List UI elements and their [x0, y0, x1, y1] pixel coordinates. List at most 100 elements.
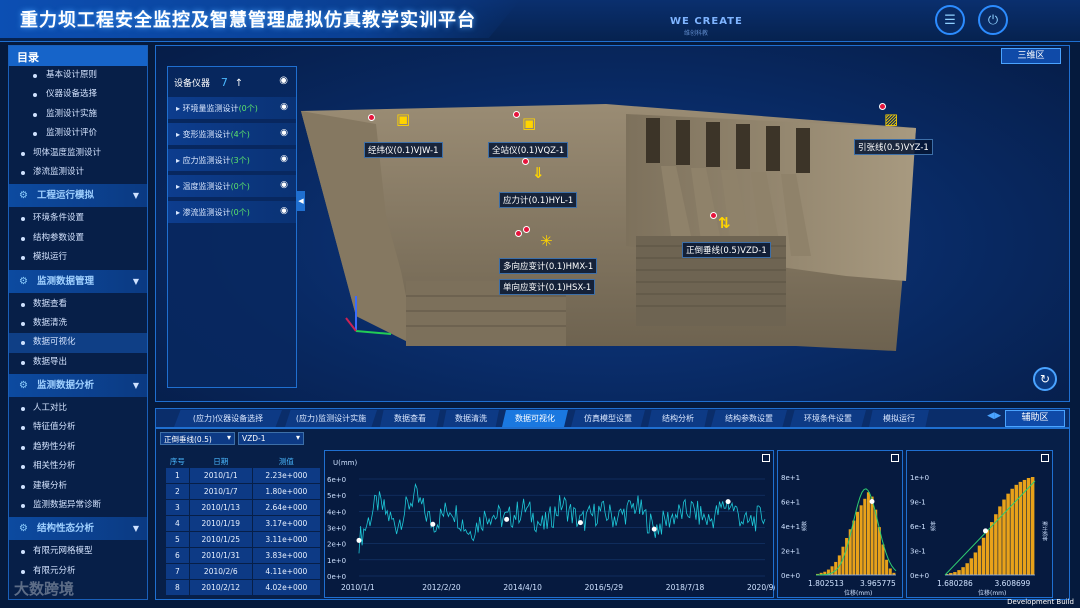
dev-build-label: Development Build	[1007, 598, 1074, 606]
histogram-bar	[859, 505, 863, 575]
table-row[interactable]: 4 2010/1/19 3.17e+000	[165, 515, 322, 532]
total-station-icon[interactable]: ▣	[522, 114, 536, 132]
tab-item[interactable]: (应力)监测设计实施	[285, 410, 377, 427]
stress-meter-icon[interactable]: ⇓	[532, 164, 545, 182]
sensor-label-hmx[interactable]: 多向应变计(0.1)HMX-1	[499, 258, 598, 274]
sidebar-item[interactable]: 基本设计原则	[9, 66, 147, 85]
table-row[interactable]: 3 2010/1/13 2.64e+000	[165, 499, 322, 516]
device-category-row[interactable]: ▸ 环境量监测设计(0个) ◉	[168, 97, 296, 119]
eye-icon[interactable]: ◉	[280, 128, 288, 138]
sidebar-item[interactable]: 特征值分析	[9, 418, 147, 437]
category-count: (4个)	[230, 130, 250, 139]
sidebar-item[interactable]: 趋势性分析	[9, 438, 147, 457]
data-point	[356, 537, 362, 543]
sensor-marker[interactable]	[515, 230, 522, 237]
brand-subtitle: 维创科教	[684, 30, 709, 37]
maximize-icon[interactable]	[762, 454, 770, 462]
sensor-label-vjw[interactable]: 经纬仪(0.1)VJW-1	[364, 142, 443, 158]
histogram-bar	[961, 567, 965, 575]
plumb-line-icon[interactable]: ⇅	[718, 214, 731, 232]
table-row[interactable]: 6 2010/1/31 3.83e+000	[165, 547, 322, 564]
instrument-id-select[interactable]: VZD-1	[238, 432, 304, 445]
sidebar-section[interactable]: ⚙ 结构性态分析 ▼	[9, 517, 147, 541]
sensor-marker[interactable]	[710, 212, 717, 219]
theodolite-icon[interactable]: ▣	[396, 110, 410, 128]
device-category-row[interactable]: ▸ 温度监测设计(0个) ◉	[168, 175, 296, 197]
sidebar-item[interactable]: 数据清洗	[9, 314, 147, 333]
table-row[interactable]: 8 2010/2/12 4.02e+000	[165, 579, 322, 596]
histogram-bar	[957, 570, 961, 575]
eye-icon[interactable]: ◉	[280, 102, 288, 112]
sort-arrow-icon[interactable]: ↑	[235, 78, 243, 89]
reset-view-button[interactable]: ↻	[1033, 367, 1057, 391]
sidebar-section[interactable]: ⚙ 监测数据管理 ▼	[9, 269, 147, 293]
sidebar-section[interactable]: ⚙ 监测数据分析 ▼	[9, 374, 147, 398]
y-axis-label: U(mm)	[333, 459, 357, 467]
sensor-marker[interactable]	[522, 158, 529, 165]
sidebar-item[interactable]: 数据导出	[9, 353, 147, 372]
sidebar-item[interactable]: 相关性分析	[9, 457, 147, 476]
sidebar-item[interactable]: 环境条件设置	[9, 209, 147, 228]
sensor-label-vqz[interactable]: 全站仪(0.1)VQZ-1	[488, 142, 569, 158]
power-button[interactable]: ⏻	[978, 5, 1008, 35]
sensor-label-hyl[interactable]: 应力计(0.1)HYL-1	[499, 192, 578, 208]
chevron-down-icon: ▼	[132, 191, 139, 201]
sidebar-item[interactable]: 监测设计实施	[9, 105, 147, 124]
sensor-marker[interactable]	[879, 103, 886, 110]
tab-item[interactable]: 数据清洗	[443, 410, 499, 427]
sidebar-item[interactable]: 结构参数设置	[9, 229, 147, 248]
tab-item[interactable]: 数据可视化	[502, 410, 568, 427]
tab-item[interactable]: (应力)仪器设备选择	[174, 410, 282, 427]
sidebar-item[interactable]: 建模分析	[9, 477, 147, 496]
tension-wire-icon[interactable]: ▨	[884, 110, 898, 128]
table-row[interactable]: 5 2010/1/25 3.11e+000	[165, 531, 322, 548]
sidebar-item[interactable]: 渗流监测设计	[9, 163, 147, 182]
aux-zone-tab[interactable]: 辅助区	[1005, 410, 1065, 427]
3d-viewport[interactable]: 三维区 设备仪器 7 ↑ ◉ ▸ 环境量监测设计(0个) ◉ ▸ 变形监测设计(4个…	[155, 45, 1070, 402]
sidebar-item[interactable]: 仪器设备选择	[9, 85, 147, 104]
sidebar-item[interactable]: 监测设计评价	[9, 124, 147, 143]
tab-item[interactable]: 数据查看	[380, 410, 440, 427]
tab-item[interactable]: 模拟运行	[869, 410, 929, 427]
tab-item[interactable]: 环境条件设置	[790, 410, 866, 427]
device-category-row[interactable]: ▸ 变形监测设计(4个) ◉	[168, 123, 296, 145]
maximize-icon[interactable]	[1041, 454, 1049, 462]
eye-icon[interactable]: ◉	[280, 180, 288, 190]
device-category-row[interactable]: ▸ 渗流监测设计(0个) ◉	[168, 201, 296, 223]
y-tick-label: 3e+0	[327, 525, 346, 533]
sensor-marker[interactable]	[523, 226, 530, 233]
strain-gauge-icon[interactable]: ✳	[540, 232, 553, 250]
sidebar-item[interactable]: 数据可视化	[9, 333, 147, 353]
eye-icon[interactable]: ◉	[279, 75, 288, 86]
sidebar-item[interactable]: 人工对比	[9, 399, 147, 418]
device-category-row[interactable]: ▸ 应力监测设计(3个) ◉	[168, 149, 296, 171]
sensor-marker[interactable]	[513, 111, 520, 118]
category-label: 温度监测设计	[182, 182, 231, 191]
menu-button[interactable]: ☰	[935, 5, 965, 35]
table-row[interactable]: 1 2010/1/1 2.23e+000	[165, 467, 322, 484]
sidebar-item[interactable]: 有限元网格模型	[9, 542, 147, 561]
sensor-label-vzd[interactable]: 正倒垂线(0.5)VZD-1	[682, 242, 771, 258]
sidebar-item[interactable]: 监测数据异常诊断	[9, 496, 147, 515]
sensor-marker[interactable]	[368, 114, 375, 121]
sensor-label-hsx[interactable]: 单向应变计(0.1)HSX-1	[499, 279, 596, 295]
sidebar-item[interactable]: 模拟运行	[9, 248, 147, 267]
3d-zone-tab[interactable]: 三维区	[1001, 48, 1061, 64]
tab-item[interactable]: 结构分析	[648, 410, 708, 427]
table-row[interactable]: 7 2010/2/6 4.11e+000	[165, 563, 322, 580]
eye-icon[interactable]: ◉	[280, 154, 288, 164]
sensor-label-vyz[interactable]: 引张线(0.5)VYZ-1	[854, 139, 933, 155]
sidebar-item[interactable]: 坝体温度监测设计	[9, 144, 147, 163]
table-cell: 8	[165, 579, 190, 596]
instrument-type-select[interactable]: 正倒垂线(0.5)	[160, 432, 235, 445]
eye-icon[interactable]: ◉	[280, 206, 288, 216]
panel-collapse-button[interactable]: ◀	[297, 191, 305, 211]
sidebar-item[interactable]: 数据查看	[9, 295, 147, 314]
sidebar-section[interactable]: ⚙ 工程运行模拟 ▼	[9, 184, 147, 208]
tab-item[interactable]: 结构参数设置	[711, 410, 787, 427]
maximize-icon[interactable]	[891, 454, 899, 462]
chevron-down-icon: ▼	[132, 381, 139, 391]
tab-scroll-arrows[interactable]: ◀▶	[987, 411, 1001, 421]
table-row[interactable]: 2 2010/1/7 1.80e+000	[165, 483, 322, 500]
tab-item[interactable]: 仿真模型设置	[571, 410, 645, 427]
